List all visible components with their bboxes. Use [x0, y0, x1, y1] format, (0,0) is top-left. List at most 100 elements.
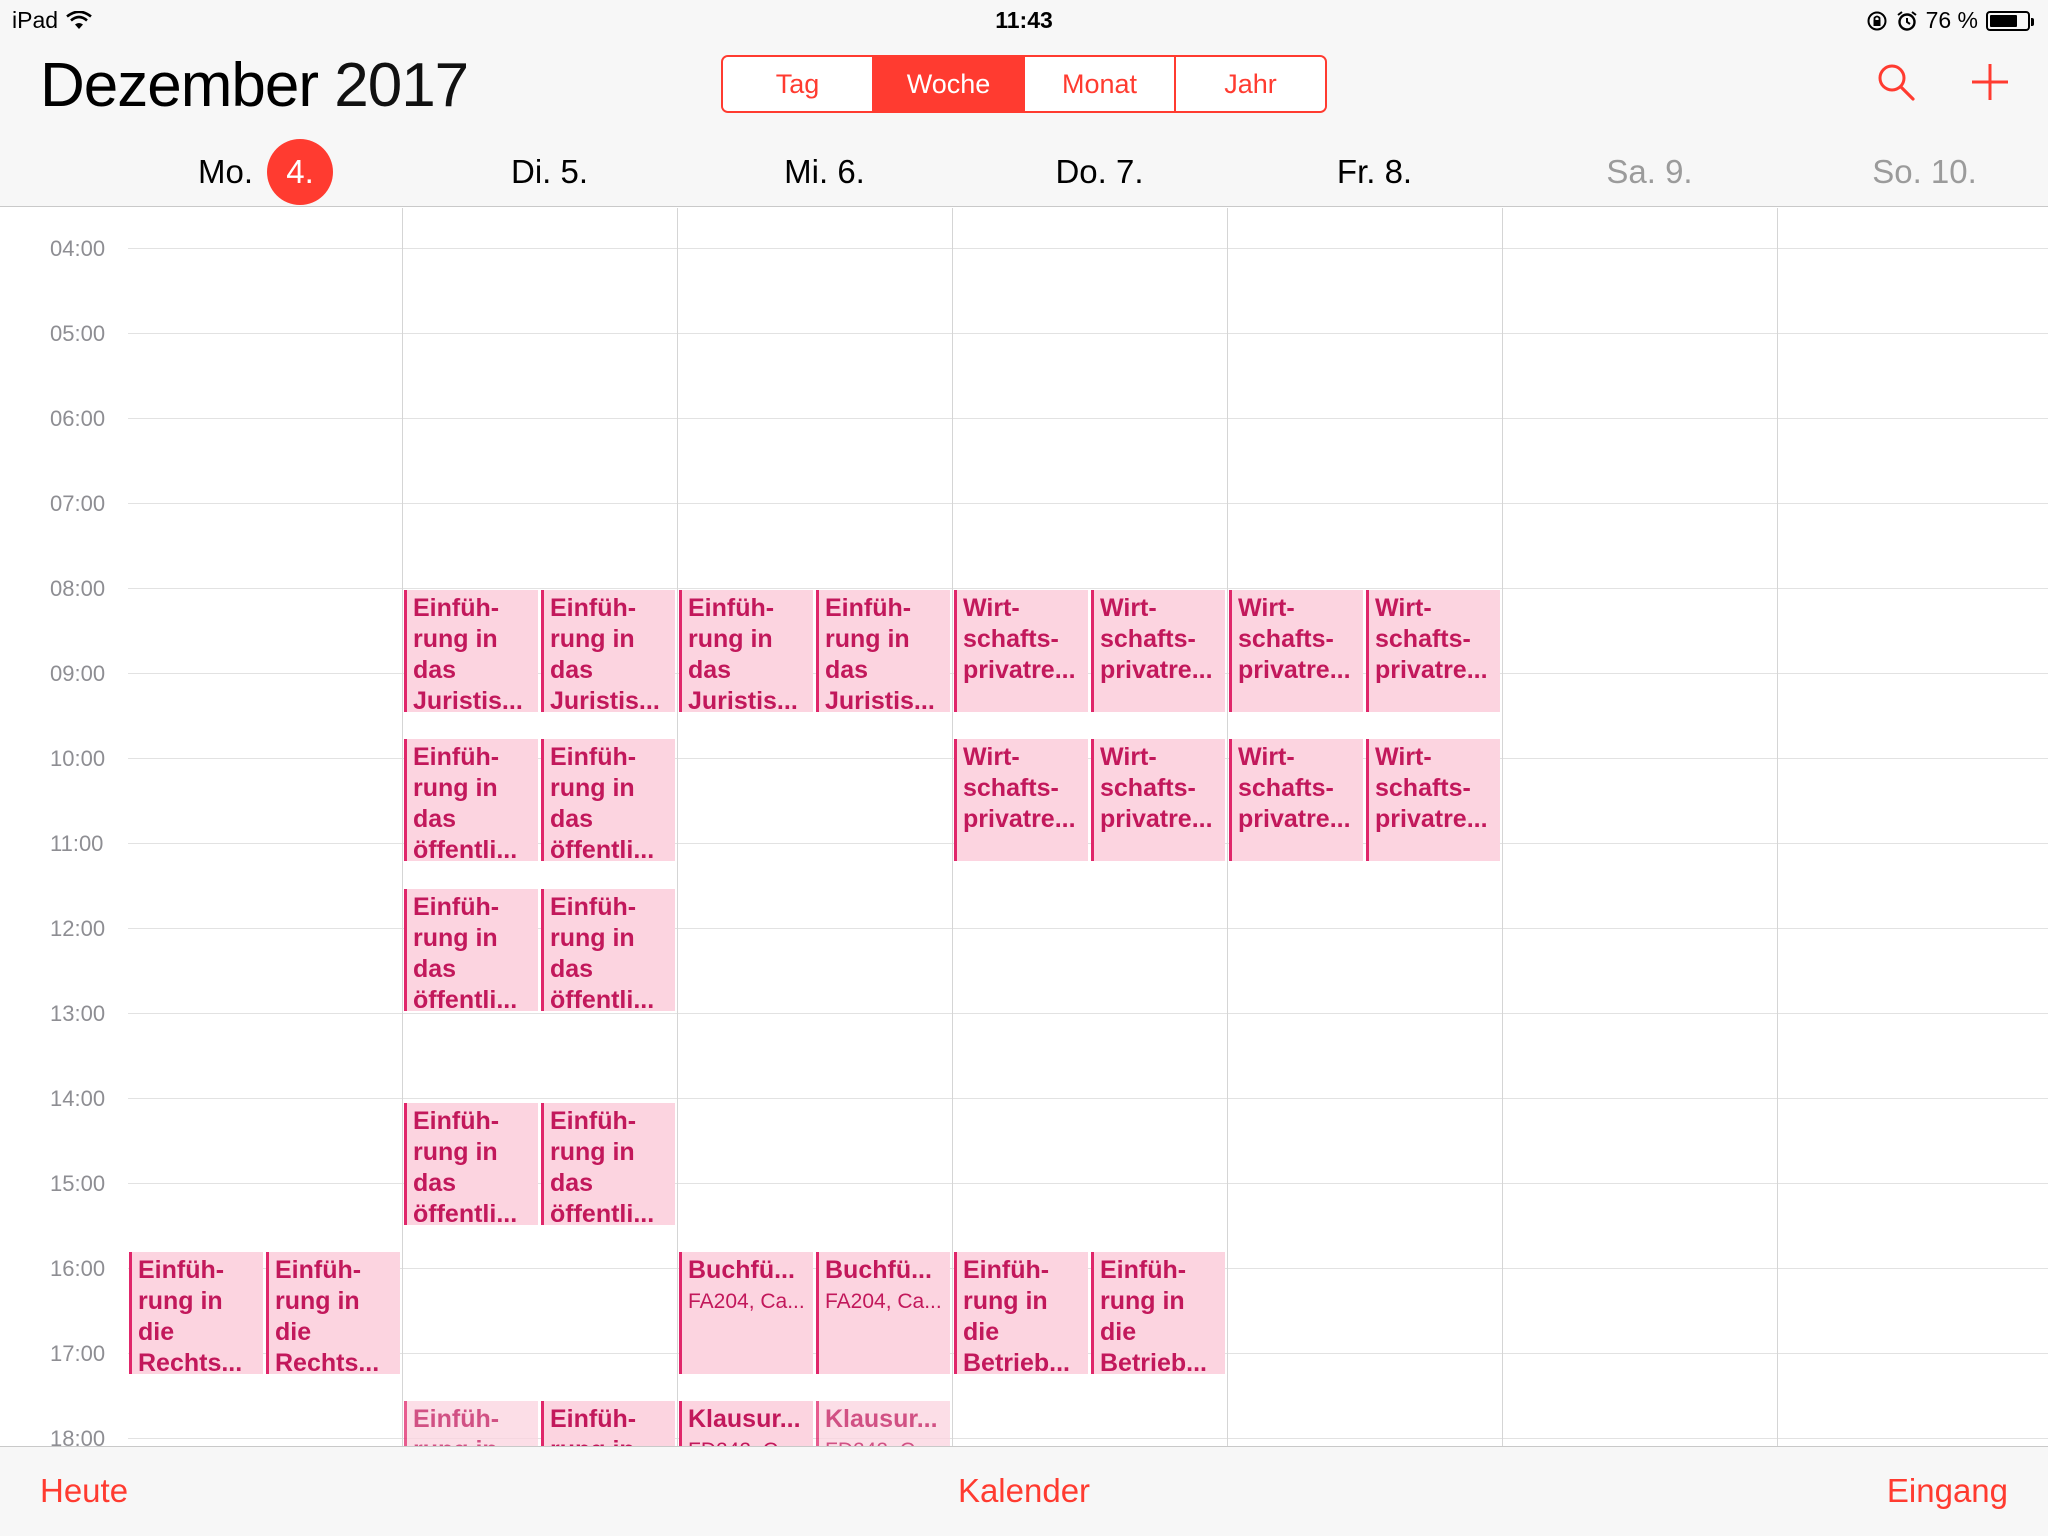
calendar-event[interactable]: Buchfü... FA204, Ca...: [679, 1252, 813, 1374]
segment-woche[interactable]: Woche: [874, 57, 1025, 111]
hour-line: [128, 1098, 2048, 1099]
calendar-event[interactable]: Wirt- schafts- privatre...: [1229, 590, 1363, 712]
event-title: Einfüh- rung in das Juristis...: [688, 594, 798, 712]
day-divider: [677, 208, 678, 1446]
event-title: Einfüh- rung in die Betrieb...: [1100, 1256, 1207, 1374]
week-grid[interactable]: 04:00 05:00 06:00 07:00 08:00 09:00 10:0…: [0, 208, 2048, 1446]
calendar-event[interactable]: Wirt- schafts- privatre...: [1091, 739, 1225, 861]
plus-icon[interactable]: [1970, 62, 2010, 102]
weekday-header: Mo. 4. Di. 5. Mi. 6. Do. 7. Fr. 8. Sa. 9…: [0, 139, 2048, 205]
event-title: Einfüh- rung in das öffentli...: [413, 893, 518, 1011]
event-title: Wirt- schafts- privatre...: [1100, 743, 1213, 833]
calendar-event[interactable]: Wirt- schafts- privatre...: [954, 739, 1088, 861]
calendar-event[interactable]: Einfüh- rung in das öffentli...: [541, 1103, 675, 1225]
hour-label: 11:00: [50, 831, 104, 856]
hour-label: 09:00: [50, 661, 106, 686]
day-header-mon[interactable]: Mo. 4.: [128, 139, 403, 205]
alarm-icon: [1896, 10, 1917, 31]
search-icon[interactable]: [1876, 62, 1916, 102]
segment-monat[interactable]: Monat: [1025, 57, 1176, 111]
calendar-event[interactable]: Buchfü... FA204, Ca...: [816, 1252, 950, 1374]
hour-label: 14:00: [50, 1086, 106, 1111]
hour-label: 16:00: [50, 1256, 106, 1281]
status-right: 76 %: [1866, 7, 2034, 34]
event-title: Einfüh- rung in das Juristis...: [550, 594, 660, 712]
calendar-event[interactable]: Einfüh- rung in das öffentli...: [404, 1103, 538, 1225]
hour-label: 07:00: [50, 491, 106, 516]
calendar-event[interactable]: Wirt- schafts- privatre...: [1229, 739, 1363, 861]
event-title: Buchfü...: [825, 1256, 932, 1284]
event-location: FA204, Ca...: [825, 1290, 942, 1313]
segment-jahr[interactable]: Jahr: [1176, 57, 1325, 111]
rotation-lock-icon: [1867, 11, 1887, 30]
event-location: FA204, Ca...: [688, 1290, 805, 1313]
hour-label: 15:00: [50, 1171, 106, 1196]
event-title: Einfüh- rung in die Rechts...: [275, 1256, 380, 1374]
calendar-event[interactable]: Einfüh- rung in das öffentli...: [541, 739, 675, 861]
hour-line: [128, 418, 2048, 419]
hour-label: 08:00: [50, 576, 106, 601]
calendar-event[interactable]: Einfüh- rung in das öffentli...: [404, 889, 538, 1011]
calendar-event[interactable]: Klausur... FD242, C...: [679, 1401, 813, 1446]
title-year: 2017: [334, 51, 469, 120]
calendar-event[interactable]: Einfüh- rung in die Betrieb...: [954, 1252, 1088, 1374]
calendar-event[interactable]: Wirt- schafts- privatre...: [1366, 739, 1500, 861]
calendars-button[interactable]: Kalender: [0, 1472, 2048, 1510]
battery-fill: [1990, 14, 2018, 27]
calendar-event[interactable]: Wirt- schafts- privatre...: [954, 590, 1088, 712]
calendar-event[interactable]: Einfüh- rung in das Juristis...: [816, 590, 950, 712]
hour-line: [128, 503, 2048, 504]
calendar-event[interactable]: Einfüh- rung in das Juristis...: [541, 590, 675, 712]
day-header-fri[interactable]: Fr. 8.: [1237, 140, 1512, 204]
calendar-event[interactable]: Klausur... FD242, C...: [816, 1401, 950, 1446]
event-title: Einfüh- rung in das Juristis...: [413, 594, 523, 712]
calendar-event[interactable]: Wirt- schafts- privatre...: [1091, 590, 1225, 712]
bottom-toolbar: Heute Kalender Eingang: [0, 1446, 2048, 1536]
hour-line: [128, 1353, 2048, 1354]
day-header-wed[interactable]: Mi. 6.: [687, 140, 962, 204]
hour-line: [128, 1268, 2048, 1269]
day-header-sun[interactable]: So. 10.: [1787, 140, 2048, 204]
hour-label: 18:00: [50, 1426, 106, 1446]
hour-line: [128, 588, 2048, 589]
calendar-event[interactable]: Einfüh- rung in: [404, 1401, 538, 1446]
event-title: Einfüh- rung in: [550, 1405, 637, 1446]
calendar-header: Dezember 2017 Tag Woche Monat Jahr Mo. 4…: [0, 40, 2048, 207]
event-title: Buchfü...: [688, 1256, 795, 1284]
event-title: Wirt- schafts- privatre...: [1238, 743, 1351, 833]
calendar-event[interactable]: Einfüh- rung in das öffentli...: [541, 889, 675, 1011]
hour-line: [128, 248, 2048, 249]
calendar-event[interactable]: Einfüh- rung in das Juristis...: [679, 590, 813, 712]
hour-label: 17:00: [50, 1341, 106, 1366]
event-title: Klausur...: [825, 1405, 938, 1433]
status-bar: iPad 11:43 76 %: [0, 0, 2048, 40]
event-title: Wirt- schafts- privatre...: [963, 594, 1076, 684]
calendar-event[interactable]: Einfüh- rung in die Rechts...: [129, 1252, 263, 1374]
calendar-event[interactable]: Einfüh- rung in das Juristis...: [404, 590, 538, 712]
event-title: Einfüh- rung in: [413, 1405, 500, 1446]
inbox-button[interactable]: Eingang: [1887, 1472, 2008, 1510]
calendar-event[interactable]: Wirt- schafts- privatre...: [1366, 590, 1500, 712]
segment-tag[interactable]: Tag: [723, 57, 874, 111]
day-divider: [402, 208, 403, 1446]
hour-label: 05:00: [50, 321, 106, 346]
calendar-event[interactable]: Einfüh- rung in: [541, 1401, 675, 1446]
battery-icon: [1986, 10, 2034, 31]
day-header-sat[interactable]: Sa. 9.: [1512, 140, 1787, 204]
calendar-event[interactable]: Einfüh- rung in die Betrieb...: [1091, 1252, 1225, 1374]
page-title: Dezember 2017: [40, 50, 469, 121]
hour-label: 04:00: [50, 236, 106, 261]
hour-line: [128, 333, 2048, 334]
hour-line: [128, 1013, 2048, 1014]
event-title: Wirt- schafts- privatre...: [1100, 594, 1213, 684]
event-title: Wirt- schafts- privatre...: [963, 743, 1076, 833]
day-header-thu[interactable]: Do. 7.: [962, 140, 1237, 204]
event-title: Klausur...: [688, 1405, 801, 1433]
calendar-event[interactable]: Einfüh- rung in die Rechts...: [266, 1252, 400, 1374]
day-divider: [1227, 208, 1228, 1446]
day-divider: [1502, 208, 1503, 1446]
day-header-tue[interactable]: Di. 5.: [412, 140, 687, 204]
view-segmented-control: Tag Woche Monat Jahr: [721, 55, 1327, 113]
calendar-event[interactable]: Einfüh- rung in das öffentli...: [404, 739, 538, 861]
hour-label: 06:00: [50, 406, 106, 431]
